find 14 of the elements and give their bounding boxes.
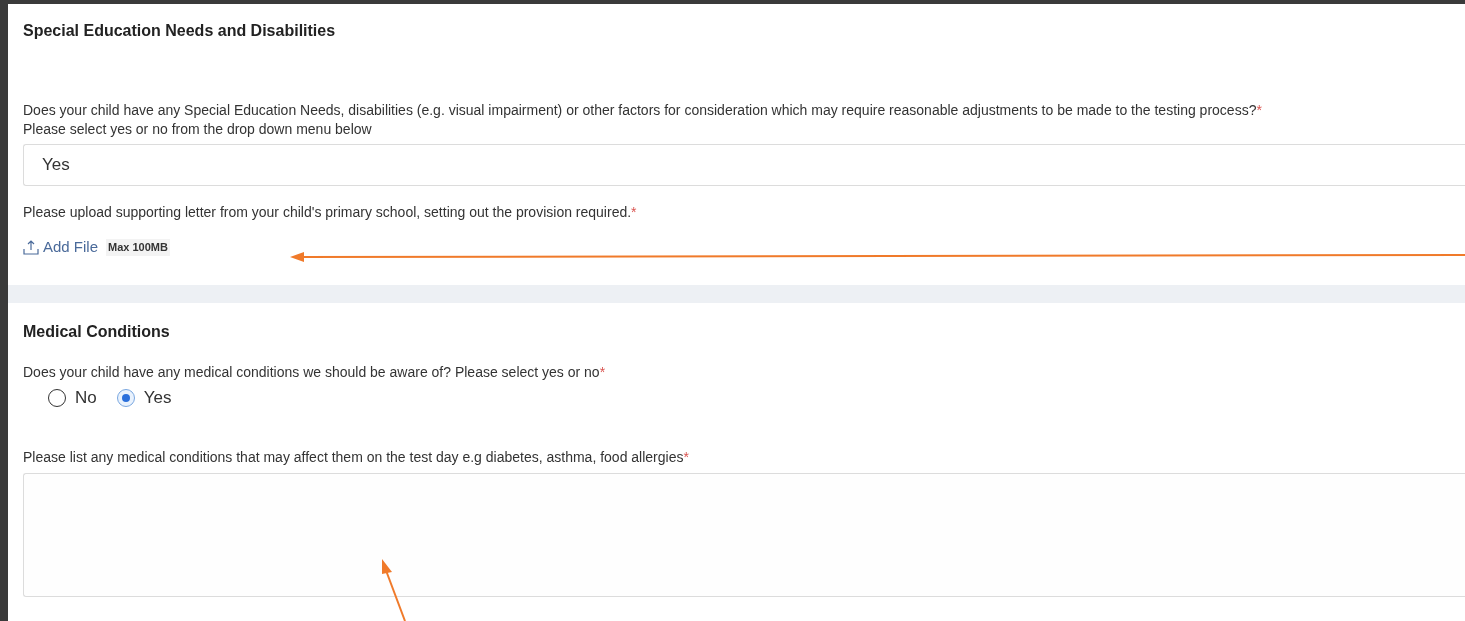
file-size-limit: Max 100MB <box>106 239 170 256</box>
dropdown-select[interactable]: Yes <box>23 144 1465 186</box>
section-heading: Special Education Needs and Disabilities <box>23 21 337 41</box>
upload-icon <box>23 239 39 256</box>
field-label: Please upload supporting letter from your child's primary school, setting out the provision required.* <box>23 203 638 222</box>
add-file-button[interactable]: Add File <box>23 236 99 259</box>
text-area[interactable] <box>23 472 1465 597</box>
field-label: Does your child have any Special Education Needs, disabilities (e.g. visual impairment) or other factors for consideration which may require reasonable adjustments to be made to the testing process?* <box>23 101 1263 120</box>
field-label: Does your child have any medical conditions we should be aware of? Please select yes or no* <box>23 363 607 382</box>
section-heading: Medical Conditions <box>23 322 171 342</box>
field-label: Please list any medical conditions that may affect them on the test day e.g diabetes, asthma, food allergies* <box>23 447 690 467</box>
radio-option[interactable]: Yes <box>116 385 172 411</box>
radio-option[interactable]: No <box>48 385 97 411</box>
field-hint: Please select yes or no from the drop down menu below <box>23 120 373 138</box>
